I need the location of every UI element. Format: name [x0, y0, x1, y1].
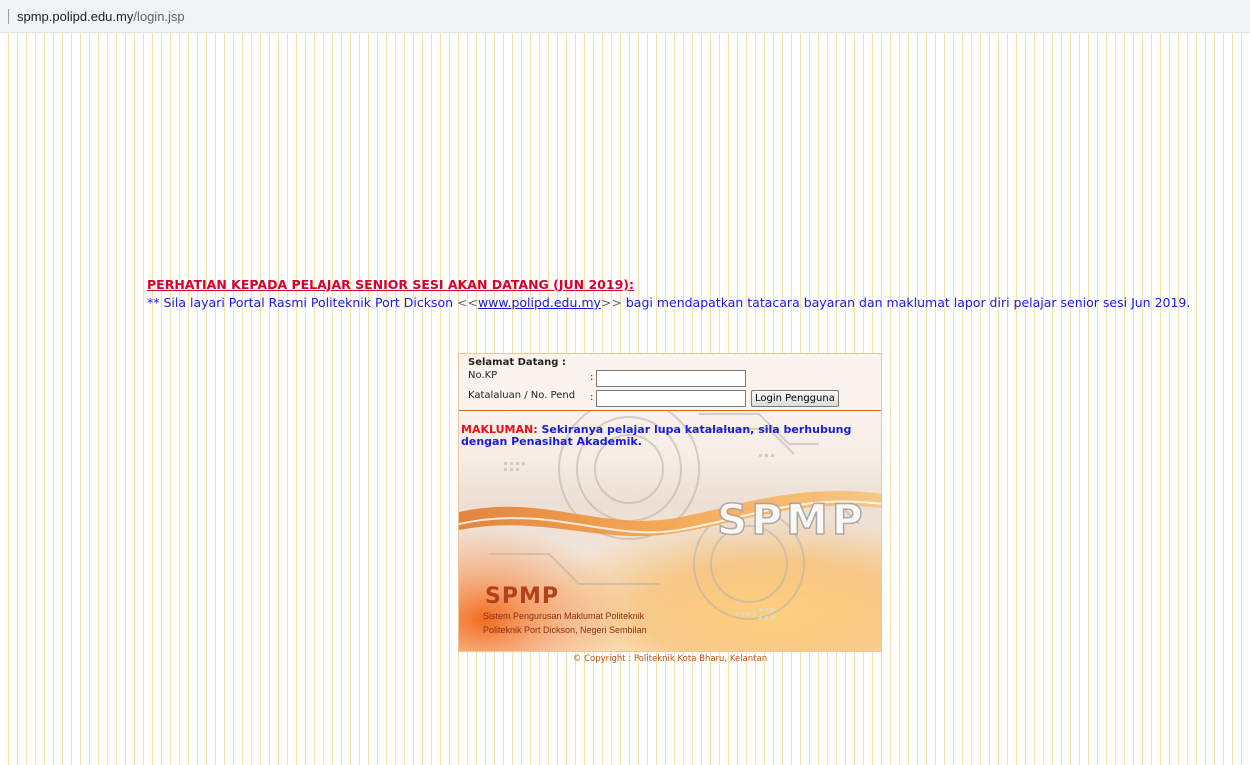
notice-body: ** Sila layari Portal Rasmi Politeknik P… [147, 295, 1190, 310]
password-label: Katalaluan / No. Pend [468, 390, 576, 401]
address-bar[interactable]: spmp.polipd.edu.my/login.jsp [0, 0, 1250, 33]
address-bar-divider [8, 9, 9, 24]
url-path: /login.jsp [133, 9, 185, 24]
notice-text-suffix: bagi mendapatkan tatacara bayaran dan ma… [621, 295, 1191, 310]
login-button[interactable]: Login Pengguna [751, 390, 839, 407]
spmp-logo-large: SPMP [717, 495, 867, 544]
link-close-brackets: >> [600, 295, 622, 310]
banner-line2: Politeknik Port Dickson, Negeri Sembilan [483, 625, 647, 635]
login-form: Selamat Datang : No.KP : Katalaluan / No… [459, 354, 881, 411]
banner-line1: Sistem Pengurusan Maklumat Politeknik [483, 611, 645, 621]
page-background: PERHATIAN KEPADA PELAJAR SENIOR SESI AKA… [0, 33, 1250, 765]
notice-text-prefix: ** Sila layari Portal Rasmi Politeknik P… [147, 295, 457, 310]
portal-link[interactable]: www.polipd.edu.my [478, 295, 601, 310]
notice-title: PERHATIAN KEPADA PELAJAR SENIOR SESI AKA… [147, 277, 634, 292]
link-open-brackets: << [457, 295, 478, 310]
makluman-message: MAKLUMAN: Sekiranya pelajar lupa katalal… [461, 424, 861, 448]
kp-colon: : [590, 372, 594, 383]
copyright-text: © Copyright : Politeknik Kota Bharu, Kel… [572, 654, 768, 664]
password-input[interactable] [596, 390, 746, 407]
url-host: spmp.polipd.edu.my [17, 9, 134, 24]
notice-section: PERHATIAN KEPADA PELAJAR SENIOR SESI AKA… [147, 277, 1190, 310]
url-text[interactable]: spmp.polipd.edu.my/login.jsp [17, 9, 185, 24]
kp-input[interactable] [596, 370, 746, 387]
password-colon: : [590, 392, 594, 403]
spmp-logo-small: SPMP [485, 584, 559, 609]
welcome-label: Selamat Datang : [468, 357, 566, 368]
login-panel: SPMP SPMP Sistem Pengurusan Maklumat Pol… [458, 353, 882, 652]
kp-label: No.KP [468, 370, 498, 381]
